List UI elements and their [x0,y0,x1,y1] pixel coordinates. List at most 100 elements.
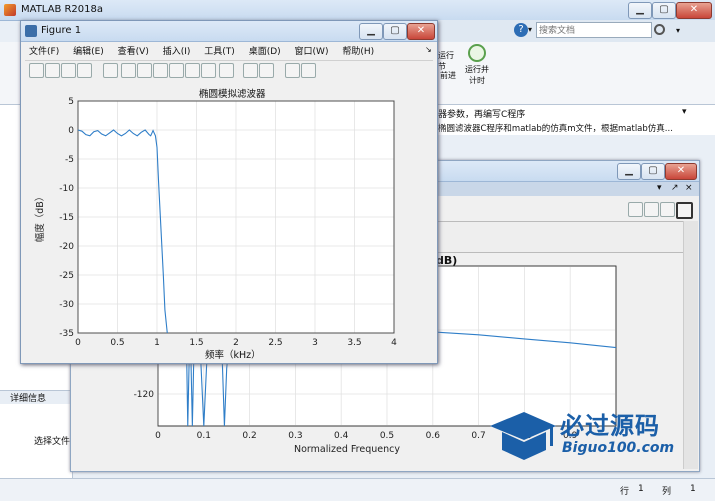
run-timed-label-2: 计时 [469,76,485,85]
editor-tab-bar: 器参数，再编写C程序 ▾ [436,105,715,122]
editor-tab-title[interactable]: 器参数，再编写C程序 [438,107,525,120]
figure1-y-tick-label: -15 [59,213,74,223]
matlab-maximize-button[interactable]: ▢ [652,2,676,19]
undock-icon[interactable]: ▾ [657,183,662,193]
select-file-label: 选择文件 [34,437,71,447]
figure1-minimize-button[interactable]: ▁ [359,23,383,40]
menu-edit[interactable]: 编辑(E) [73,47,104,57]
figure2-xlabel: Normalized Frequency [294,444,400,455]
layout-vertical-icon[interactable] [644,202,659,217]
layout-full-icon[interactable] [676,202,693,219]
filter-icon[interactable]: ▾ [676,26,680,35]
legend-icon[interactable] [259,63,274,78]
figure1-x-tick-label: 3 [312,338,318,348]
figure2-x-tick-label: 0.3 [288,431,302,441]
figure2-close-button[interactable]: ✕ [665,163,697,180]
brush-icon[interactable] [201,63,216,78]
menu-window[interactable]: 窗口(W) [295,47,329,57]
colorbar-icon[interactable] [243,63,258,78]
figure2-maximize-button[interactable]: ▢ [641,163,665,180]
figure1-y-tick-label: -25 [59,271,74,281]
help-icon[interactable]: ? [514,23,528,37]
layout-buttons [626,201,696,219]
menu-desktop[interactable]: 桌面(D) [249,47,281,57]
figure-icon [25,25,37,37]
matlab-close-button[interactable]: ✕ [676,2,712,19]
search-dropdown-icon[interactable]: ▾ [528,25,532,34]
menu-tools[interactable]: 工具(T) [204,47,235,57]
run-section-label: 运行节 [438,51,454,71]
hide-plot-tools-icon[interactable] [285,63,300,78]
print-icon[interactable] [77,63,92,78]
status-bar: 行 1 列 1 [0,478,715,501]
figure2-x-tick-label: 0.7 [471,431,485,441]
figure1-x-tick-label: 1.5 [189,338,203,348]
pan-icon[interactable] [153,63,168,78]
row-label: 行 [620,487,630,497]
run-timed-button[interactable]: 运行并 计时 [462,44,492,86]
editor-line-text: 椭圆滤波器C程序和matlab的仿真m文件，根据matlab仿真... [438,124,673,134]
figure1-close-button[interactable]: ✕ [407,23,435,40]
figure1-y-tick-label: -30 [59,300,74,310]
figure1-chart: 0 0.5 1 1.5 2 2.5 3 3.5 450-5-10-15-20-25-30-35幅… [34,97,397,348]
figure2-x-tick-label: 0.6 [426,431,441,441]
row-value: 1 [638,484,644,494]
figure2-x-tick-label: 0.1 [197,431,211,441]
figure1-xlabel: 频率（kHz） [205,350,261,361]
figure1-x-tick-label: 2.5 [268,338,282,348]
tab-dropdown-icon[interactable]: ▾ [682,107,687,117]
show-plot-tools-icon[interactable] [301,63,316,78]
menu-file[interactable]: 文件(F) [29,47,59,57]
figure2-x-tick-label: 0.2 [242,431,256,441]
search-icon[interactable] [654,24,665,35]
menubar-dock-icon[interactable]: ↘ [425,45,432,54]
pointer-icon[interactable] [103,63,118,78]
figure2-x-tick-label: 0.4 [334,431,349,441]
figure1-y-tick-label: -35 [59,329,74,339]
zoom-in-icon[interactable] [121,63,136,78]
matlab-logo-icon [4,4,16,16]
figure1-window: Figure 1 ▁ ▢ ✕ 文件(F) 编辑(E) 查看(V) 插入(I) 工… [20,20,438,364]
pin-icon[interactable]: ↗ [671,183,679,193]
stopwatch-icon [468,44,486,62]
link-icon[interactable] [219,63,234,78]
figure2-x-tick-label: 0.5 [380,431,394,441]
figure1-maximize-button[interactable]: ▢ [383,23,407,40]
figure2-close-icon[interactable]: × [685,183,693,193]
figure1-y-tick-label: 0 [68,126,74,136]
new-file-icon[interactable] [29,63,44,78]
figure2-x-tick-label: 0 [155,431,161,441]
menu-help[interactable]: 帮助(H) [342,47,374,57]
figure2-y-tick-label: -120 [134,390,155,400]
details-panel-header[interactable]: 详细信息 [0,390,72,404]
figure1-menubar: 文件(F) 编辑(E) 查看(V) 插入(I) 工具(T) 桌面(D) 窗口(W… [29,44,429,58]
figure1-ylabel: 幅度（dB） [34,192,46,243]
figure1-title: Figure 1 [41,25,82,36]
layout-single-icon[interactable] [628,202,643,217]
matlab-minimize-button[interactable]: ▁ [628,2,652,19]
figure1-y-tick-label: -10 [59,184,74,194]
zoom-out-icon[interactable] [137,63,152,78]
menu-insert[interactable]: 插入(I) [163,47,191,57]
col-value: 1 [690,484,696,494]
menu-view[interactable]: 查看(V) [118,47,149,57]
figure2-minimize-button[interactable]: ▁ [617,163,641,180]
search-documentation-input[interactable] [536,22,652,38]
matlab-titlebar: MATLAB R2018a ▁ ▢ ✕ [0,0,715,21]
editor-line: 椭圆滤波器C程序和matlab的仿真m文件，根据matlab仿真... [436,121,715,135]
figure1-x-tick-label: 4 [391,338,397,348]
rotate-icon[interactable] [169,63,184,78]
matlab-window-title: MATLAB R2018a [21,4,104,15]
figure1-x-tick-label: 3.5 [347,338,361,348]
data-cursor-icon[interactable] [185,63,200,78]
figure1-x-tick-label: 0 [75,338,81,348]
open-file-icon[interactable] [45,63,60,78]
run-section-button[interactable]: 运行节 [438,50,460,72]
details-label: 详细信息 [10,394,47,404]
save-icon[interactable] [61,63,76,78]
figure1-x-tick-label: 0.5 [110,338,124,348]
graduation-cap-icon [490,412,556,460]
figure1-y-tick-label: 5 [68,97,74,107]
layout-horizontal-icon[interactable] [660,202,675,217]
quick-access-bar: ? ▾ ▾ [436,20,715,42]
